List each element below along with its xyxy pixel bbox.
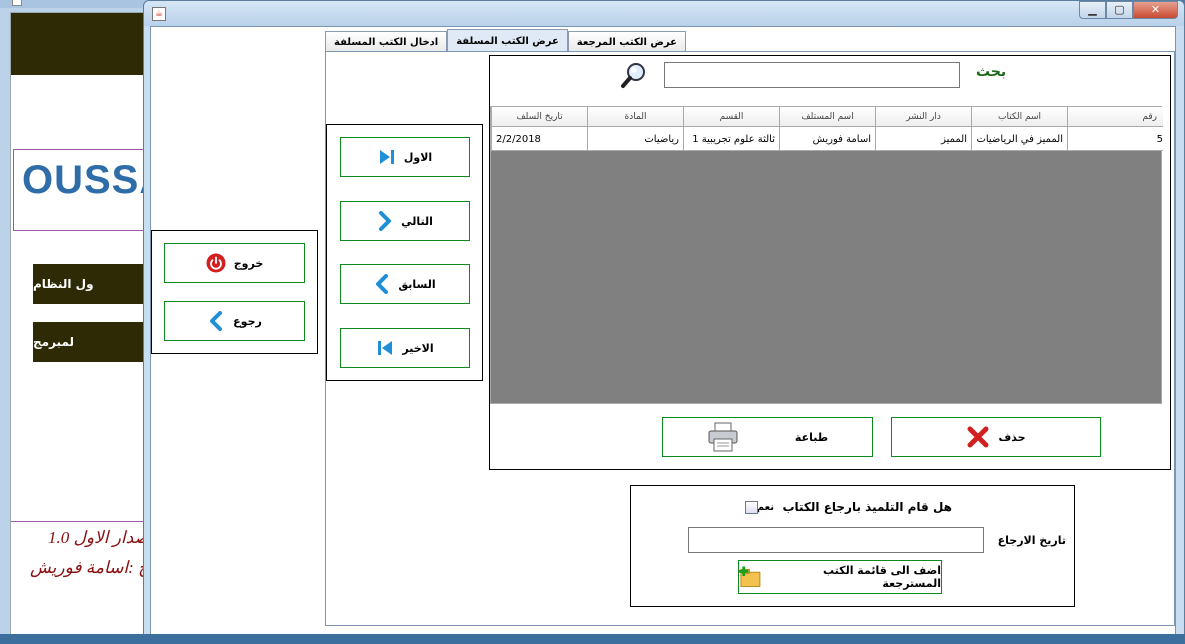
first-button-label: الاول [403, 150, 433, 164]
java-icon: ☕ [152, 7, 166, 21]
previous-button[interactable]: السابق [340, 264, 470, 304]
search-input[interactable] [664, 62, 960, 88]
yes-checkbox[interactable] [745, 501, 758, 514]
background-header [11, 13, 151, 75]
skip-last-icon [378, 341, 393, 355]
tab-view-returned-books[interactable]: عرض الكتب المرجعة [567, 31, 686, 52]
titlebar: ☕ ▁ ▢ ✕ [144, 1, 1184, 26]
close-button[interactable]: ✕ [1133, 1, 1178, 19]
chevron-right-icon [379, 211, 392, 231]
column-header[interactable]: اسم الكتاب [971, 107, 1067, 127]
next-button-label: التالي [401, 214, 433, 228]
add-to-returned-button[interactable]: اضف الى قائمة الكتب المسترجعة [738, 560, 942, 594]
column-header[interactable]: دار النشر [875, 107, 971, 127]
first-button[interactable]: الاول [340, 137, 470, 177]
tab-add-lent-books[interactable]: ادخال الكتب المسلفة [325, 31, 448, 52]
table-cell[interactable]: اسامة فوريش [779, 127, 875, 151]
skip-first-icon [379, 150, 394, 164]
return-panel: هل قام التلميذ بارجاع الكتاب نعم تاريخ ا… [630, 485, 1075, 607]
exit-button[interactable]: خروج [164, 243, 305, 283]
back-button-label: رجوع [233, 314, 262, 328]
table-cell[interactable]: المميز في الرياضيات [971, 127, 1067, 151]
add-folder-icon [739, 566, 761, 587]
background-window: OUSSA ول النظام لمبرمج صدار الاول 1.0 ج … [0, 0, 168, 644]
return-question-label: هل قام التلميذ بارجاع الكتاب [782, 500, 952, 514]
power-icon [206, 253, 226, 273]
table-cell[interactable]: 2/2/2018 [491, 127, 587, 151]
version-area: صدار الاول 1.0 ج :اسامة فوريش [11, 521, 151, 635]
main-window: ☕ ▁ ▢ ✕ خروج رجوع ادخال الكتب المسلفة عر… [143, 0, 1185, 644]
last-button-label: الاخير [402, 341, 434, 355]
minimize-button[interactable]: ▁ [1079, 1, 1106, 19]
add-to-returned-label: اضف الى قائمة الكتب المسترجعة [823, 564, 941, 590]
column-header[interactable]: رقم [1067, 107, 1163, 127]
lent-books-table: رقم اسم الكتاب دار النشر اسم المستلف الق… [490, 106, 1163, 404]
version-text: صدار الاول 1.0 [47, 528, 149, 547]
print-button[interactable]: طباعة [662, 417, 873, 457]
table-cell[interactable]: المميز [875, 127, 971, 151]
delete-x-icon [967, 426, 989, 448]
table-cell[interactable]: ثالثة علوم تجريبية 1 [683, 127, 779, 151]
logo-box: OUSSA [13, 149, 168, 231]
maximize-button[interactable]: ▢ [1106, 1, 1133, 19]
app-icon [12, 0, 22, 6]
print-button-label: طباعة [794, 430, 829, 444]
chevron-left-icon [210, 311, 223, 331]
window-controls: ▁ ▢ ✕ [1079, 1, 1178, 19]
table-header: رقم اسم الكتاب دار النشر اسم المستلف الق… [491, 107, 1163, 127]
tab-panel: الاول التالي السابق الاخير بحث رقم اسم ا… [325, 51, 1175, 626]
background-content: OUSSA ول النظام لمبرمج صدار الاول 1.0 ج … [10, 12, 168, 635]
search-icon[interactable] [620, 61, 648, 89]
delete-button-label: حذف [998, 430, 1026, 444]
bg-programmer-button[interactable]: لمبرمج [33, 322, 151, 362]
bg-system-button[interactable]: ول النظام [33, 264, 151, 304]
author-text: ج :اسامة فوريش [29, 558, 149, 577]
back-button[interactable]: رجوع [164, 301, 305, 341]
tab-view-lent-books[interactable]: عرض الكتب المسلفة [447, 29, 568, 52]
column-header[interactable]: المادة [587, 107, 683, 127]
exit-button-label: خروج [233, 256, 264, 270]
printer-icon [708, 422, 738, 452]
column-header[interactable]: القسم [683, 107, 779, 127]
column-header[interactable]: تاريخ السلف [491, 107, 587, 127]
return-date-label: تاريخ الارجاع [997, 534, 1066, 547]
tab-bar: ادخال الكتب المسلفة عرض الكتب المسلفة عر… [325, 29, 686, 52]
yes-label: نعم [756, 502, 774, 513]
previous-button-label: السابق [398, 277, 436, 291]
search-panel: بحث رقم اسم الكتاب دار النشر اسم المستلف… [489, 55, 1171, 470]
client-area: خروج رجوع ادخال الكتب المسلفة عرض الكتب … [150, 26, 1176, 636]
return-date-input[interactable] [688, 527, 984, 553]
table-cell[interactable]: 5 [1067, 127, 1163, 151]
navigation-panel: الاول التالي السابق الاخير [326, 124, 483, 381]
column-header[interactable]: اسم المستلف [779, 107, 875, 127]
search-label: بحث [976, 64, 1007, 80]
table-row[interactable]: 5 المميز في الرياضيات المميز اسامة فوريش… [491, 127, 1163, 151]
chevron-left-icon [376, 274, 389, 294]
background-titlebar [0, 0, 160, 8]
delete-button[interactable]: حذف [891, 417, 1101, 457]
last-button[interactable]: الاخير [340, 328, 470, 368]
table-cell[interactable]: رياضيات [587, 127, 683, 151]
next-button[interactable]: التالي [340, 201, 470, 241]
taskbar [0, 634, 1185, 644]
exit-panel: خروج رجوع [151, 230, 318, 354]
